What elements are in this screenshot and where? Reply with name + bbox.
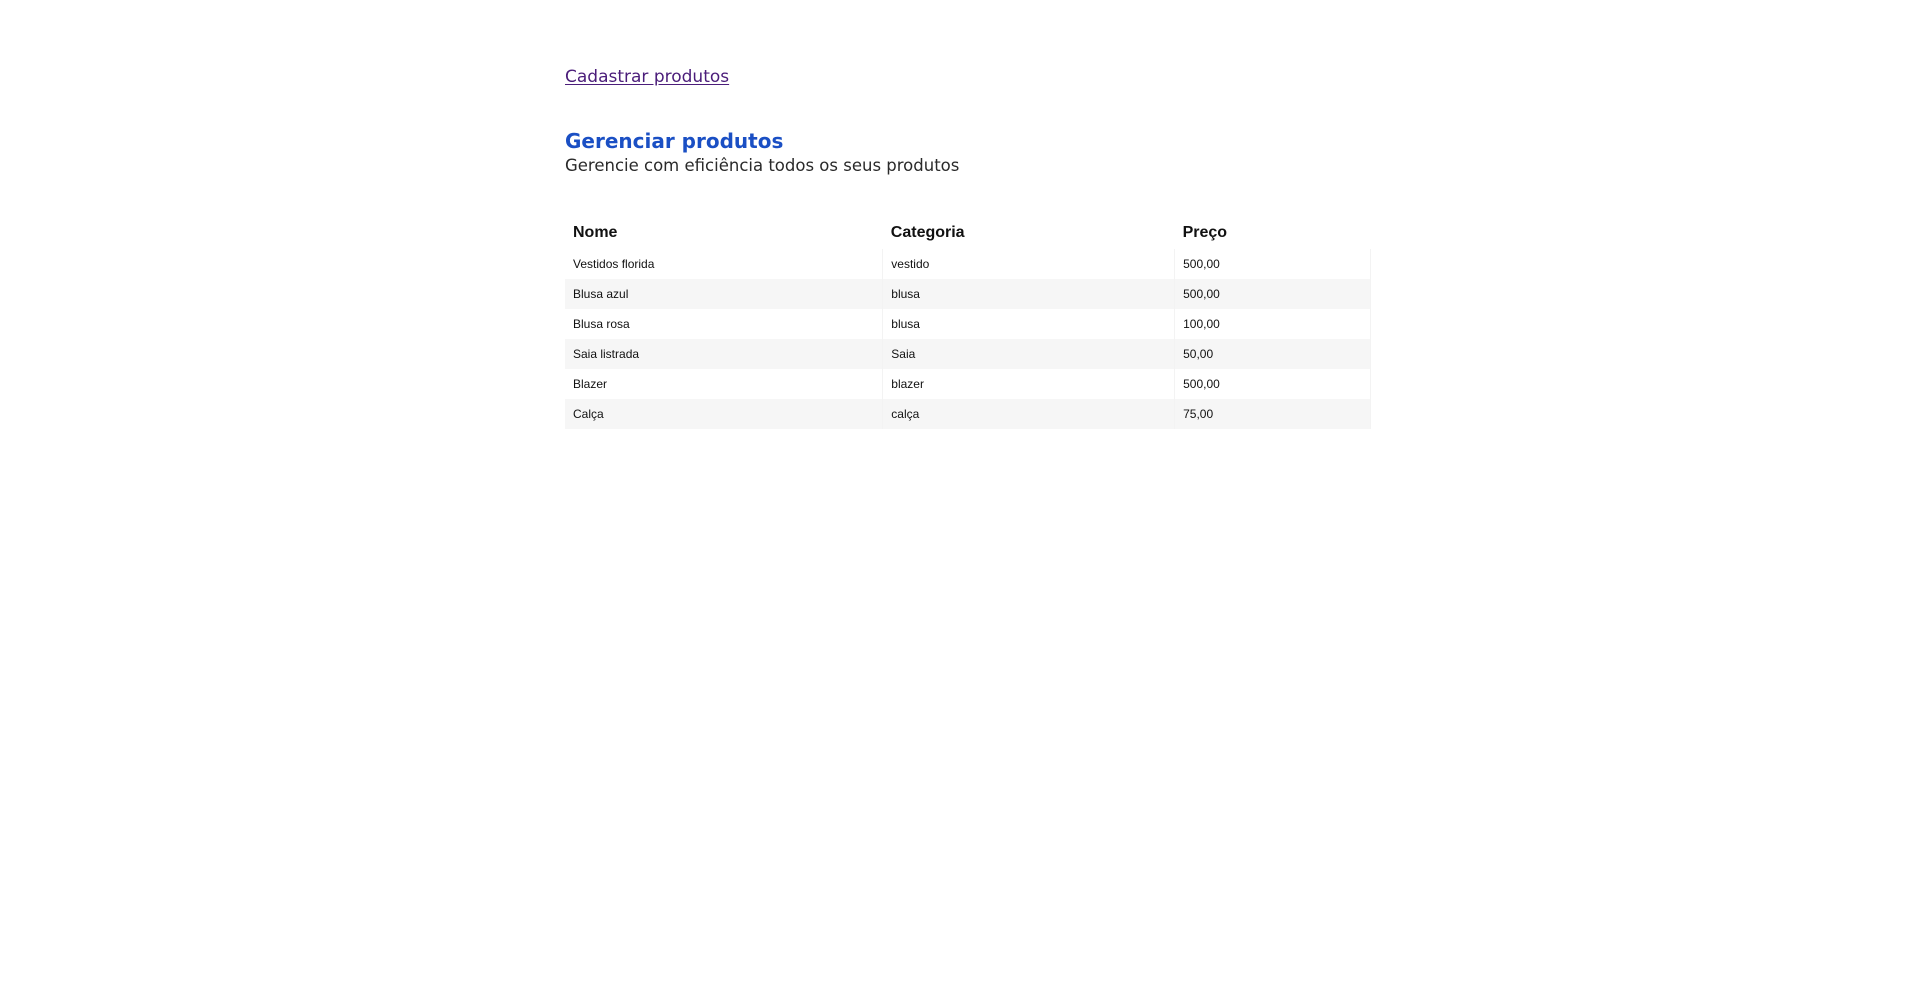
- cell-price: 500,00: [1174, 279, 1371, 309]
- table-row: Calça calça 75,00: [565, 399, 1371, 429]
- cell-name: Blazer: [573, 377, 608, 391]
- page-content: Cadastrar produtos Gerenciar produtos Ge…: [565, 64, 1371, 429]
- cell-name: Blusa rosa: [573, 317, 630, 331]
- table-header-row: Nome Categoria Preço: [565, 217, 1371, 249]
- table-row: Saia listrada Saia 50,00: [565, 339, 1371, 369]
- table-row: Blusa rosa blusa 100,00: [565, 309, 1371, 339]
- cell-price: 500,00: [1174, 249, 1371, 279]
- products-table: Nome Categoria Preço Vestidos florida ve…: [565, 217, 1371, 429]
- cell-category: vestido: [882, 249, 1175, 279]
- cell-price: 500,00: [1174, 369, 1371, 399]
- page-title: Gerenciar produtos: [565, 129, 784, 153]
- column-header-category: Categoria: [890, 224, 965, 241]
- table-row: Blusa azul blusa 500,00: [565, 279, 1371, 309]
- cell-category: blazer: [882, 369, 1175, 399]
- cell-category: calça: [882, 399, 1175, 429]
- register-products-link[interactable]: Cadastrar produtos: [565, 64, 729, 90]
- column-header-price: Preço: [1182, 224, 1228, 241]
- page-subtitle: Gerencie com eficiência todos os seus pr…: [565, 156, 960, 175]
- cell-name: Vestidos florida: [573, 257, 655, 271]
- cell-name: Calça: [573, 407, 604, 421]
- cell-category: Saia: [882, 339, 1175, 369]
- cell-name: Saia listrada: [573, 347, 640, 361]
- cell-category: blusa: [882, 309, 1175, 339]
- table-row: Blazer blazer 500,00: [565, 369, 1371, 399]
- cell-price: 75,00: [1174, 399, 1371, 429]
- column-header-name: Nome: [573, 224, 618, 241]
- cell-price: 50,00: [1174, 339, 1371, 369]
- cell-price: 100,00: [1174, 309, 1371, 339]
- table-row: Vestidos florida vestido 500,00: [565, 249, 1371, 279]
- cell-name: Blusa azul: [573, 287, 629, 301]
- cell-category: blusa: [882, 279, 1175, 309]
